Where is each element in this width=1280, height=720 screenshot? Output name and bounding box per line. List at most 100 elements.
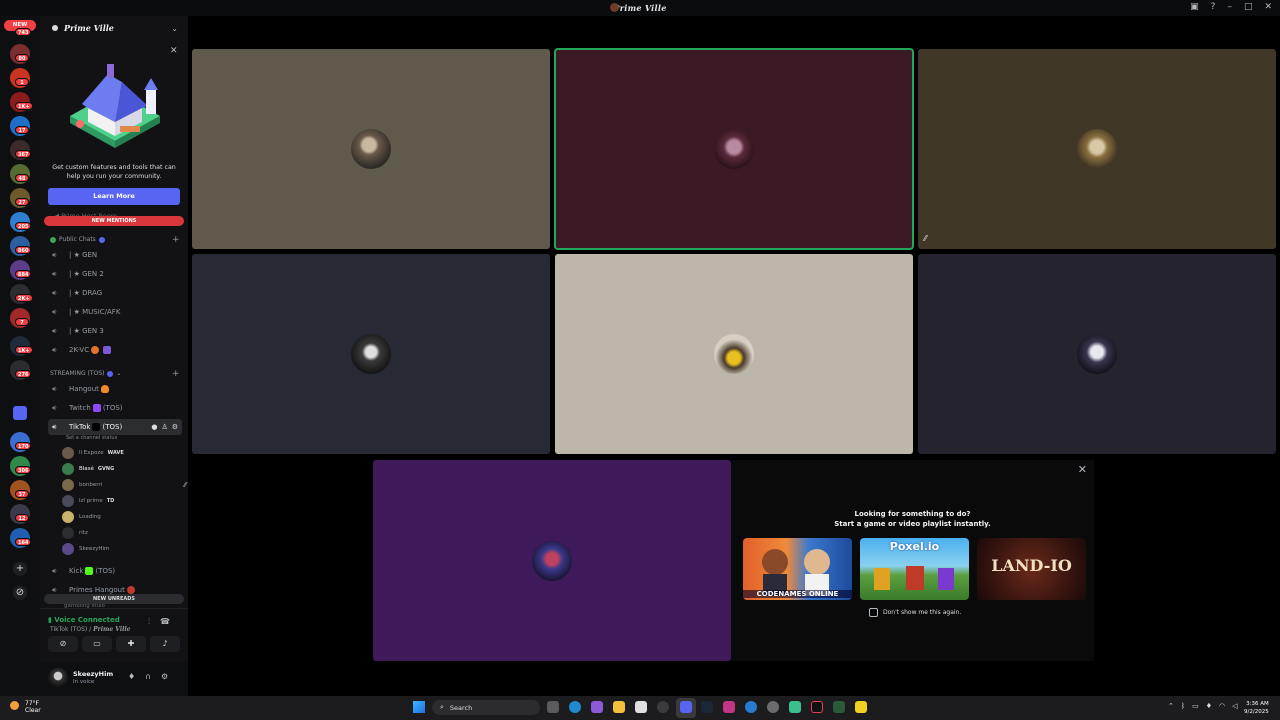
- chrome-icon[interactable]: [657, 701, 669, 713]
- participant-tile[interactable]: [373, 460, 731, 661]
- activity-button[interactable]: ✚: [116, 636, 146, 652]
- add-server-icon[interactable]: +: [13, 562, 27, 576]
- game-card-land-io[interactable]: LAND-IO: [977, 538, 1086, 600]
- maximize-icon[interactable]: □: [1244, 2, 1253, 12]
- discover-icon[interactable]: ⊘: [13, 586, 27, 600]
- participant-tile[interactable]: [192, 254, 550, 454]
- microphone-icon[interactable]: ♦: [128, 672, 135, 681]
- edge-icon[interactable]: [569, 701, 581, 713]
- voice-user[interactable]: Blasé GVNG: [62, 462, 114, 476]
- instagram-icon[interactable]: [723, 701, 735, 713]
- voice-user[interactable]: ll Expoze WAVE: [62, 446, 124, 460]
- disconnect-icon[interactable]: ☎: [160, 617, 170, 627]
- category-label: Public Chats: [59, 236, 96, 243]
- help-icon[interactable]: ?: [1211, 2, 1216, 12]
- new-mentions-pill[interactable]: NEW MENTIONS: [44, 216, 184, 226]
- add-channel-icon[interactable]: +: [172, 235, 180, 245]
- headphones-icon[interactable]: ∩: [145, 672, 151, 681]
- browser-icon[interactable]: [745, 701, 757, 713]
- avatar: [62, 447, 74, 459]
- app-icon[interactable]: [789, 701, 801, 713]
- channel-label: 2K-VC: [69, 346, 90, 354]
- category-public-chats[interactable]: Public Chats +: [50, 235, 180, 245]
- bluetooth-icon[interactable]: ᛒ: [1181, 702, 1185, 710]
- learn-more-button[interactable]: Learn More: [48, 188, 180, 205]
- battery-icon[interactable]: ▭: [1192, 702, 1199, 710]
- soundboard-button[interactable]: ♪: [150, 636, 180, 652]
- voice-user[interactable]: ritz: [62, 526, 92, 540]
- voice-user[interactable]: lzl prime TD: [62, 494, 114, 508]
- weather-temp: 77°F: [25, 700, 40, 707]
- badge: 12: [15, 514, 29, 522]
- sticky-notes-icon[interactable]: [855, 701, 867, 713]
- voice-channel-path[interactable]: TikTok (TOS) / Prime Ville: [50, 626, 131, 633]
- voice-user[interactable]: bonberri ⁄⁄: [62, 478, 186, 492]
- game-card-poxel[interactable]: Poxel.io: [860, 538, 969, 600]
- wifi-icon[interactable]: ◠: [1219, 702, 1225, 710]
- noise-suppression-icon[interactable]: ⫶: [148, 617, 150, 627]
- participant-tile[interactable]: ⁄⁄: [918, 49, 1276, 249]
- server-icon: [610, 3, 619, 12]
- channel-kick[interactable]: 🔊︎ Kick (TOS): [48, 563, 182, 579]
- checkbox[interactable]: [869, 608, 878, 617]
- windows-start-icon[interactable]: [413, 701, 425, 713]
- voice-user[interactable]: SkeezyHim: [62, 542, 113, 556]
- clock[interactable]: 3:36 AM 9/2/2025: [1244, 700, 1269, 716]
- channel-hangout[interactable]: 🔊︎ Hangout: [48, 381, 182, 397]
- invite-icon[interactable]: ♙: [161, 423, 167, 431]
- channel-music-afk[interactable]: 🔊︎ | ★ MUSIC/AFK: [48, 304, 182, 320]
- channel-label: | ★ GEN 3: [69, 327, 104, 335]
- inbox-icon[interactable]: ▣: [1190, 2, 1199, 12]
- settings-gear-icon[interactable]: ⚙: [172, 423, 178, 431]
- taskbar-search[interactable]: ⌕ Search: [432, 700, 540, 715]
- channel-2k-vc[interactable]: 🔊︎ 2K-VC: [48, 342, 182, 358]
- weather-widget[interactable]: 77°F Clear: [10, 700, 41, 714]
- task-view-icon[interactable]: [547, 701, 559, 713]
- channel-gen-2[interactable]: 🔊︎ | ★ GEN 2: [48, 266, 182, 282]
- channel-gen-3[interactable]: 🔊︎ | ★ GEN 3: [48, 323, 182, 339]
- dont-show-checkbox[interactable]: Don't show me this again.: [869, 608, 961, 617]
- badge: 27: [15, 198, 29, 206]
- chevron-up-icon[interactable]: ⌃: [1168, 702, 1174, 710]
- avatar[interactable]: [48, 668, 68, 688]
- voice-connected-status[interactable]: ▮ Voice Connected: [48, 616, 120, 624]
- discord-icon[interactable]: [680, 701, 692, 713]
- new-unreads-pill[interactable]: NEW UNREADS: [44, 594, 184, 604]
- voice-user[interactable]: Loading: [62, 510, 105, 524]
- channel-tiktok[interactable]: 🔊︎ TikTok (TOS) ● ♙ ⚙: [48, 419, 182, 435]
- game-card-codenames[interactable]: CODENAMES ONLINE: [743, 538, 852, 600]
- category-streaming[interactable]: STREAMING (TOS) ⌄ +: [50, 369, 180, 379]
- folder-icon[interactable]: [13, 406, 27, 420]
- add-channel-icon[interactable]: +: [172, 369, 180, 379]
- close-icon[interactable]: ✕: [170, 46, 178, 56]
- participant-tile[interactable]: [192, 49, 550, 249]
- settings-gear-icon[interactable]: ⚙: [161, 672, 168, 681]
- screen-share-button[interactable]: ▭: [82, 636, 112, 652]
- channel-gen[interactable]: 🔊︎ | ★ GEN: [48, 247, 182, 263]
- file-explorer-icon[interactable]: [613, 701, 625, 713]
- xbox-icon[interactable]: [833, 701, 845, 713]
- channel-label: Twitch: [69, 404, 91, 412]
- participant-tile-speaking[interactable]: [554, 48, 914, 250]
- participant-tile[interactable]: [918, 254, 1276, 454]
- channel-status-hint[interactable]: Set a channel status: [66, 435, 117, 441]
- user-name[interactable]: SkeezyHim: [73, 670, 113, 678]
- close-icon[interactable]: ✕: [1264, 2, 1272, 12]
- tiktok-icon[interactable]: [811, 701, 823, 713]
- server-header[interactable]: Prime Ville ⌄: [40, 16, 188, 40]
- steam-icon[interactable]: [701, 701, 713, 713]
- notepad-icon[interactable]: [635, 701, 647, 713]
- participant-tile[interactable]: [555, 254, 913, 454]
- settings-icon[interactable]: [767, 701, 779, 713]
- search-icon: ⌕: [440, 703, 444, 711]
- channel-twitch[interactable]: 🔊︎ Twitch (TOS): [48, 400, 182, 416]
- microphone-icon[interactable]: ♦: [1206, 702, 1212, 710]
- close-icon[interactable]: ✕: [1078, 463, 1087, 476]
- copilot-icon[interactable]: [591, 701, 603, 713]
- volume-icon[interactable]: ◁: [1232, 702, 1237, 710]
- channel-drag[interactable]: 🔊︎ | ★ DRAG: [48, 285, 182, 301]
- minimize-icon[interactable]: –: [1227, 2, 1232, 12]
- camera-off-button[interactable]: ⊘: [48, 636, 78, 652]
- voice-channel-label: TikTok: [50, 626, 69, 633]
- chat-icon[interactable]: ●: [151, 423, 157, 431]
